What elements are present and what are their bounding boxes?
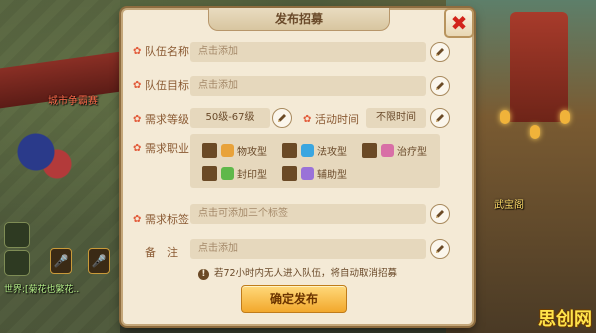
player-characters [8,120,78,200]
active-time-row: ✿ 活动时间 [303,111,359,127]
team-goal-row: ✿ 队伍目标 [133,77,189,93]
checkbox[interactable] [202,143,217,158]
required-star-icon: ✿ [133,213,142,225]
heal-icon [381,144,394,157]
checkbox[interactable] [362,143,377,158]
edit-pencil-icon[interactable] [430,239,450,259]
edit-pencil-icon[interactable] [430,42,450,62]
right-tower [510,12,568,122]
job-row: ✿ 需求职业 [133,140,189,156]
job-option-seal[interactable]: 封印型 [202,166,267,181]
lantern [500,110,510,124]
active-time-field[interactable]: 不限时间 [366,108,426,128]
edit-pencil-icon[interactable] [430,108,450,128]
tags-input[interactable]: 点击可添加三个标签 [190,204,426,224]
required-star-icon: ✿ [133,142,142,154]
microphone-icon[interactable]: 🎤 [50,248,72,274]
edit-pencil-icon[interactable] [272,108,292,128]
edit-pencil-icon[interactable] [430,76,450,96]
job-option-magic[interactable]: 法攻型 [282,143,347,158]
edit-pencil-icon[interactable] [430,204,450,224]
required-star-icon: ✿ [133,45,142,57]
chat-icon[interactable] [4,250,30,276]
checkbox[interactable] [282,166,297,181]
job-label: ✿ 需求职业 [133,142,189,155]
world-chat-line: 世界:[菊花也繁花.. [4,285,80,295]
checkbox[interactable] [202,166,217,181]
treasure-pavilion-sign: 武宝阁 [494,200,524,211]
required-star-icon: ✿ [133,113,142,125]
microphone-icon[interactable]: 🎤 [88,248,110,274]
level-label: ✿ 需求等级 [133,113,189,126]
checkbox[interactable] [282,143,297,158]
support-icon [301,167,314,180]
tags-row: ✿ 需求标签 [133,211,189,227]
level-row: ✿ 需求等级 [133,111,189,127]
dialog-title: 发布招募 [208,8,390,31]
exclamation-icon: ! [197,269,209,280]
remark-input[interactable]: 点击添加 [190,239,426,259]
job-option-physical[interactable]: 物攻型 [202,143,267,158]
job-option-heal[interactable]: 治疗型 [362,143,427,158]
lantern [560,110,570,124]
level-range-field[interactable]: 50级-67级 [190,108,270,128]
required-star-icon: ✿ [303,113,312,125]
job-options-panel: 物攻型 法攻型 治疗型 封印型 辅助型 [190,134,440,188]
seal-icon [221,167,234,180]
required-star-icon: ✿ [133,79,142,91]
team-goal-label: ✿ 队伍目标 [133,79,189,92]
publish-button[interactable]: 确定发布 [241,285,347,313]
active-time-label: ✿ 活动时间 [303,113,359,126]
physical-attack-icon [221,144,234,157]
remark-label: 备 注 [145,246,178,259]
team-name-row: ✿ 队伍名称 [133,43,189,59]
recruit-dialog: 发布招募 ✖ ✿ 队伍名称 点击添加 ✿ 队伍目标 点击添加 ✿ 需求等级 50级-6… [121,8,474,326]
close-x-icon: ✖ [450,11,468,35]
city-contest-sign: 城市争霸赛 [48,96,98,107]
auto-cancel-note: ! 若72小时内无人进入队伍，将自动取消招募 [123,265,472,280]
close-button[interactable]: ✖ [444,8,474,38]
team-goal-input[interactable]: 点击添加 [190,76,426,96]
remark-row: 备 注 [133,244,178,260]
lantern [530,125,540,139]
team-name-label: ✿ 队伍名称 [133,45,189,58]
watermark: 思创网 [538,309,592,330]
team-name-input[interactable]: 点击添加 [190,42,426,62]
magic-attack-icon [301,144,314,157]
job-option-support[interactable]: 辅助型 [282,166,347,181]
avatar-icon[interactable] [4,222,30,248]
tags-label: ✿ 需求标签 [133,213,189,226]
